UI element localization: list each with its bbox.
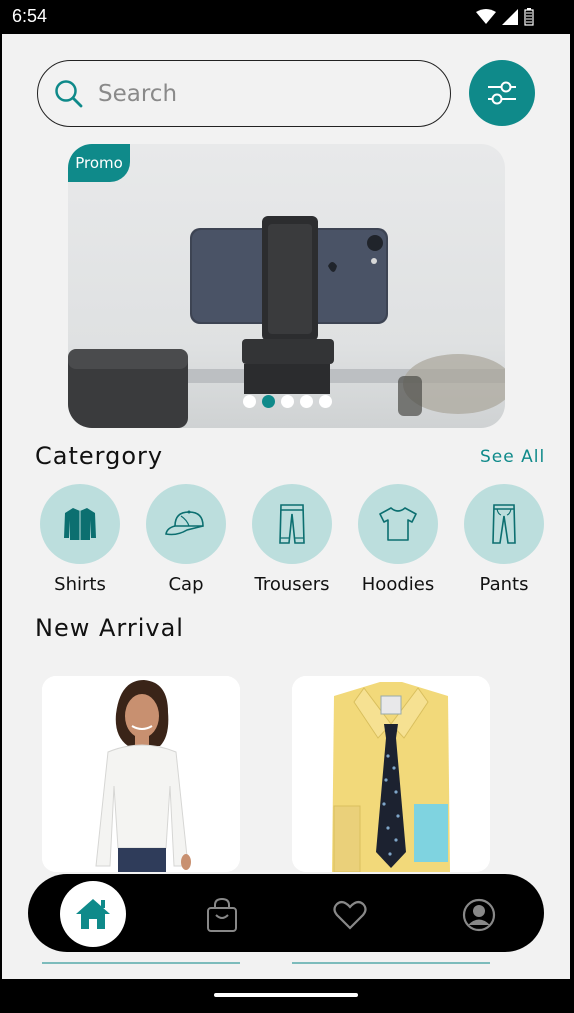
carousel-dot[interactable]: [300, 395, 313, 408]
category-icon-circle: [252, 484, 332, 564]
category-icon-circle: [146, 484, 226, 564]
search-input[interactable]: [98, 80, 418, 107]
category-cap[interactable]: Cap: [146, 484, 226, 595]
status-bar: 6:54: [0, 0, 574, 34]
battery-icon: [524, 8, 534, 26]
trousers-icon: [279, 504, 305, 544]
carousel-dots: [243, 395, 332, 408]
carousel-dot-active[interactable]: [262, 395, 275, 408]
cap-icon: [165, 510, 204, 536]
bag-icon: [207, 897, 237, 932]
filter-button[interactable]: [469, 60, 535, 126]
search-bar[interactable]: [37, 60, 451, 127]
sliders-icon: [488, 81, 516, 105]
new-arrival-title: New Arrival: [35, 614, 184, 642]
category-icon-circle: [464, 484, 544, 564]
category-icon-circle: [358, 484, 438, 564]
see-all-link[interactable]: See All: [480, 447, 545, 467]
product-card[interactable]: [42, 676, 240, 872]
product-card[interactable]: [292, 676, 490, 872]
tshirt-icon: [379, 507, 417, 541]
carousel-dot[interactable]: [243, 395, 256, 408]
search-icon: [55, 79, 83, 107]
category-trousers[interactable]: Trousers: [252, 484, 332, 595]
bottom-navigation: [28, 874, 544, 952]
banner-image: [68, 216, 505, 428]
category-icon-circle: [40, 484, 120, 564]
category-pants[interactable]: Pants: [464, 484, 544, 595]
pants-icon: [492, 504, 516, 544]
category-label: Pants: [479, 574, 529, 595]
status-icons: [476, 8, 534, 26]
signal-icon: [502, 9, 518, 25]
promo-banner[interactable]: Promo: [68, 144, 505, 428]
card-divider: [42, 962, 240, 964]
category-title: Catergory: [35, 442, 164, 470]
category-label: Cap: [168, 574, 204, 595]
home-indicator[interactable]: [214, 993, 358, 997]
category-label: Trousers: [254, 574, 330, 595]
shirt-icon: [64, 508, 96, 540]
category-label: Shirts: [54, 574, 106, 595]
app-screen: Promo Catergory See All Shirts: [2, 34, 570, 979]
home-icon: [76, 899, 110, 929]
wifi-icon: [476, 9, 496, 24]
carousel-dot[interactable]: [319, 395, 332, 408]
product-image: [42, 676, 240, 872]
category-label: Hoodies: [361, 574, 435, 595]
carousel-dot[interactable]: [281, 395, 294, 408]
product-image: [292, 676, 490, 872]
promo-badge: Promo: [68, 144, 130, 182]
nav-favorites[interactable]: [318, 883, 382, 947]
profile-icon: [462, 898, 496, 932]
nav-home[interactable]: [60, 881, 126, 947]
category-shirts[interactable]: Shirts: [40, 484, 120, 595]
category-hoodies[interactable]: Hoodies: [358, 484, 438, 595]
heart-icon: [333, 900, 367, 930]
card-divider: [292, 962, 490, 964]
category-list: Shirts Cap Trousers Hoodies Pants: [40, 484, 570, 595]
nav-bag[interactable]: [190, 883, 254, 947]
status-time: 6:54: [12, 6, 48, 26]
nav-profile[interactable]: [447, 883, 511, 947]
